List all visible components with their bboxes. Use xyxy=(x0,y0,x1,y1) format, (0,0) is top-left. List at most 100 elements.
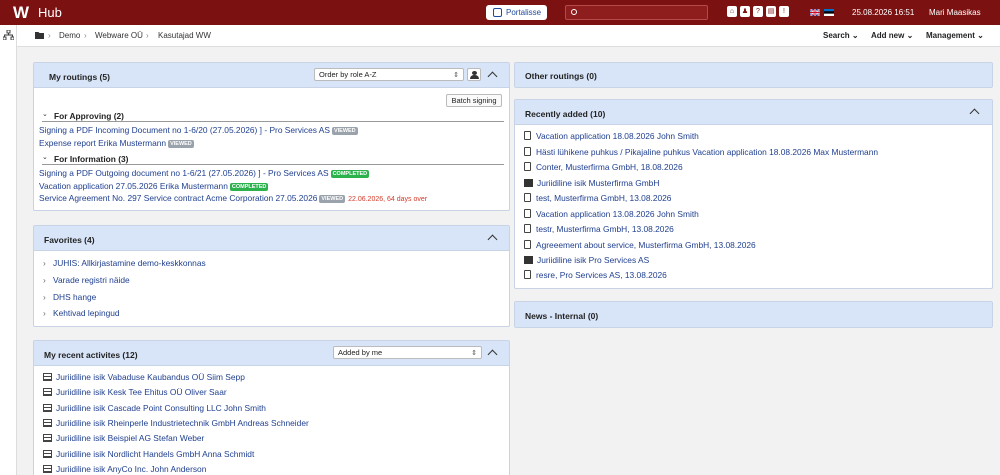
activity-item[interactable]: Juriidiline isik Beispiel AG Stefan Webe… xyxy=(43,433,204,443)
document-icon[interactable]: ▤ xyxy=(766,6,776,17)
activities-filter-select[interactable]: Added by me ⇕ xyxy=(333,346,482,359)
recent-item-link[interactable]: test, Musterfirma GmbH, 13.08.2026 xyxy=(536,193,671,203)
routing-item-link[interactable]: Service Agreement No. 297 Service contra… xyxy=(39,193,317,203)
favorite-link[interactable]: Kehtivad lepingud xyxy=(53,308,120,318)
favorite-link[interactable]: DHS hange xyxy=(53,292,96,302)
recent-activities-title: My recent activites (12) xyxy=(44,350,138,360)
add-new-menu-label: Add new xyxy=(871,31,905,40)
routing-item[interactable]: Service Agreement No. 297 Service contra… xyxy=(39,193,427,203)
routing-item[interactable]: Signing a PDF Incoming Document no 1-6/2… xyxy=(39,125,358,135)
activity-item[interactable]: Juriidiline isik AnyCo Inc. John Anderso… xyxy=(43,464,206,474)
collapse-icon[interactable] xyxy=(487,234,498,245)
news-header[interactable]: News - Internal (0) xyxy=(515,302,992,327)
document-icon xyxy=(524,240,531,249)
breadcrumb-separator-icon: › xyxy=(48,31,51,40)
activity-item[interactable]: Juriidiline isik Rheinperle Industrietec… xyxy=(43,418,309,428)
recent-item[interactable]: testr, Musterfirma GmbH, 13.08.2026 xyxy=(524,224,674,234)
other-routings-title: Other routings (0) xyxy=(525,71,597,81)
routing-item-link[interactable]: Expense report Erika Mustermann xyxy=(39,138,166,148)
recent-item[interactable]: Conter, Musterfirma GmbH, 18.08.2026 xyxy=(524,162,683,172)
activity-link[interactable]: Juriidiline isik Vabaduse Kaubandus OÜ S… xyxy=(56,372,245,382)
approving-header[interactable]: For Approving (2) xyxy=(54,111,124,121)
recently-added-header: Recently added (10) xyxy=(515,100,992,125)
recent-item[interactable]: Juriidiline isik Pro Services AS xyxy=(524,255,649,265)
collapse-icon[interactable] xyxy=(487,349,498,360)
routing-item-link[interactable]: Vacation application 27.05.2026 Erika Mu… xyxy=(39,181,228,191)
recent-item-link[interactable]: Juriidiline isik Pro Services AS xyxy=(537,255,649,265)
users-icon[interactable]: ♟ xyxy=(740,6,750,17)
recent-item[interactable]: Juriidiline isik Musterfirma GmbH xyxy=(524,178,659,188)
recent-item[interactable]: resre, Pro Services AS, 13.08.2026 xyxy=(524,270,667,280)
favorite-item[interactable]: › Varade registri näide xyxy=(43,275,130,285)
estonian-flag-icon[interactable] xyxy=(824,9,834,16)
activity-item[interactable]: Juriidiline isik Vabaduse Kaubandus OÜ S… xyxy=(43,372,245,382)
search-icon xyxy=(571,9,577,15)
breadcrumb-demo[interactable]: Demo xyxy=(59,31,80,40)
add-new-menu[interactable]: Add new ⌄ xyxy=(871,31,913,40)
recent-item-link[interactable]: Vacation application 13.08.2026 John Smi… xyxy=(536,209,699,219)
order-select[interactable]: Order by role A-Z ⇕ xyxy=(314,68,464,81)
recent-item[interactable]: test, Musterfirma GmbH, 13.08.2026 xyxy=(524,193,671,203)
person-icon[interactable] xyxy=(467,68,481,81)
favorite-link[interactable]: Varade registri näide xyxy=(53,275,130,285)
favorite-item[interactable]: › DHS hange xyxy=(43,292,96,302)
folder-icon[interactable] xyxy=(35,31,44,39)
recent-item[interactable]: Vacation application 18.08.2026 John Smi… xyxy=(524,131,699,141)
order-select-value: Order by role A-Z xyxy=(319,70,377,79)
alert-icon[interactable]: ! xyxy=(779,6,789,17)
recent-item-link[interactable]: Agreeement about service, Musterfirma Gm… xyxy=(536,240,756,250)
entity-icon xyxy=(43,450,52,458)
routing-item[interactable]: Vacation application 27.05.2026 Erika Mu… xyxy=(39,181,269,191)
activity-link[interactable]: Juriidiline isik Kesk Tee Ehitus OÜ Oliv… xyxy=(56,387,227,397)
chevron-right-icon: › xyxy=(43,292,46,302)
activity-item[interactable]: Juriidiline isik Kesk Tee Ehitus OÜ Oliv… xyxy=(43,387,227,397)
help-icon[interactable]: ? xyxy=(753,6,763,17)
favorites-header: Favorites (4) xyxy=(34,226,509,251)
routing-item-link[interactable]: Signing a PDF Incoming Document no 1-6/2… xyxy=(39,125,330,135)
chevron-down-icon[interactable]: ⌄ xyxy=(42,153,48,161)
global-search-input[interactable] xyxy=(565,5,708,20)
recent-item-link[interactable]: resre, Pro Services AS, 13.08.2026 xyxy=(536,270,667,280)
entity-icon xyxy=(524,179,533,187)
routing-item[interactable]: Expense report Erika Mustermann VIEWED xyxy=(39,138,194,148)
activity-link[interactable]: Juriidiline isik Rheinperle Industrietec… xyxy=(56,418,309,428)
app-logo[interactable]: W xyxy=(13,4,29,21)
activity-link[interactable]: Juriidiline isik AnyCo Inc. John Anderso… xyxy=(56,464,206,474)
recent-item-link[interactable]: Juriidiline isik Musterfirma GmbH xyxy=(537,178,659,188)
search-menu-label: Search xyxy=(823,31,850,40)
recent-item[interactable]: Agreeement about service, Musterfirma Gm… xyxy=(524,240,756,250)
favorite-item[interactable]: › JUHIS: Allkirjastamine demo-keskkonnas xyxy=(43,258,206,268)
activity-link[interactable]: Juriidiline isik Nordlicht Handels GmbH … xyxy=(56,449,254,459)
activity-link[interactable]: Juriidiline isik Beispiel AG Stefan Webe… xyxy=(56,433,204,443)
search-menu[interactable]: Search ⌄ xyxy=(823,31,859,40)
breadcrumb-kasutajad[interactable]: Kasutajad WW xyxy=(158,31,211,40)
collapse-icon[interactable] xyxy=(969,108,980,119)
portal-button[interactable]: Portalisse xyxy=(486,5,547,20)
routing-item-link[interactable]: Signing a PDF Outgoing document no 1-6/2… xyxy=(39,168,329,178)
information-header[interactable]: For Information (3) xyxy=(54,154,128,164)
home-icon[interactable]: ⌂ xyxy=(727,6,737,17)
recent-item-link[interactable]: Vacation application 18.08.2026 John Smi… xyxy=(536,131,699,141)
recent-item[interactable]: Vacation application 13.08.2026 John Smi… xyxy=(524,209,699,219)
activity-link[interactable]: Juriidiline isik Cascade Point Consultin… xyxy=(56,403,266,413)
chevron-down-icon: ⌄ xyxy=(851,31,859,40)
recent-item-link[interactable]: Conter, Musterfirma GmbH, 18.08.2026 xyxy=(536,162,683,172)
routing-item[interactable]: Signing a PDF Outgoing document no 1-6/2… xyxy=(39,168,370,178)
sitemap-icon[interactable] xyxy=(3,30,14,40)
other-routings-header[interactable]: Other routings (0) xyxy=(515,63,992,87)
chevron-right-icon: › xyxy=(43,308,46,318)
recent-item-link[interactable]: testr, Musterfirma GmbH, 13.08.2026 xyxy=(536,224,674,234)
chevron-down-icon[interactable]: ⌄ xyxy=(42,110,48,118)
activity-item[interactable]: Juriidiline isik Nordlicht Handels GmbH … xyxy=(43,449,254,459)
user-menu[interactable]: Mari Maasikas xyxy=(929,8,981,17)
batch-signing-button[interactable]: Batch signing xyxy=(446,94,502,107)
favorite-item[interactable]: › Kehtivad lepingud xyxy=(43,308,120,318)
recent-item-link[interactable]: Hästi lühikene puhkus / Pikajaline puhku… xyxy=(536,147,878,157)
english-flag-icon[interactable] xyxy=(810,9,820,16)
management-menu[interactable]: Management ⌄ xyxy=(926,31,984,40)
recent-item[interactable]: Hästi lühikene puhkus / Pikajaline puhku… xyxy=(524,147,878,157)
favorite-link[interactable]: JUHIS: Allkirjastamine demo-keskkonnas xyxy=(53,258,206,268)
activity-item[interactable]: Juriidiline isik Cascade Point Consultin… xyxy=(43,403,266,413)
breadcrumb-webware[interactable]: Webware OÜ xyxy=(95,31,143,40)
entity-icon xyxy=(43,419,52,427)
